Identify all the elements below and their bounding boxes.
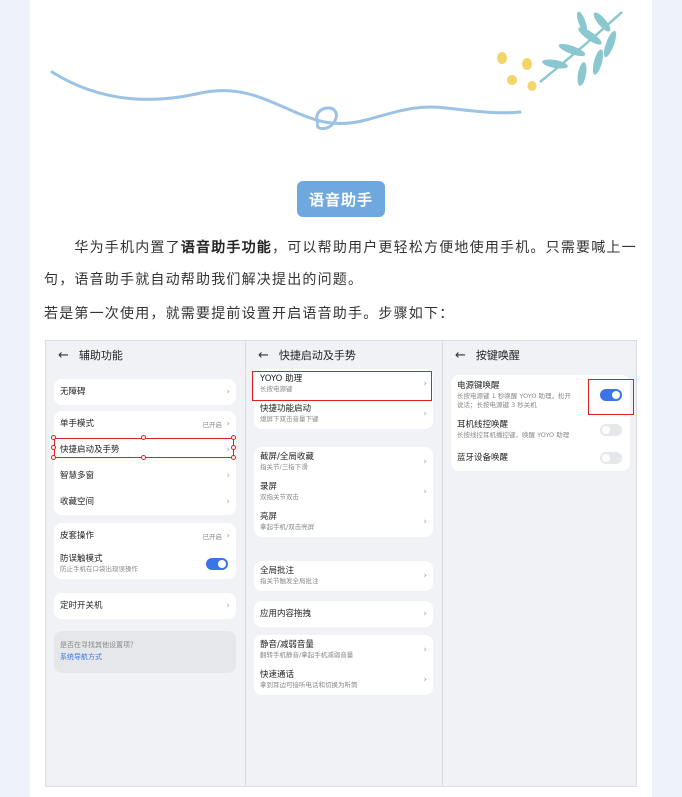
list-item[interactable]: 亮屏 拿起手机/双击亮屏 › [254,507,433,537]
chevron-right-icon: › [226,471,230,481]
chevron-right-icon: › [423,517,427,527]
list-item[interactable]: 全局批注 指关节触发全局批注 › [254,561,433,591]
back-arrow-icon[interactable]: ← [258,348,269,363]
list-item[interactable]: 收藏空间 › [54,489,236,515]
toggle-switch[interactable] [206,558,228,570]
list-item[interactable]: 静音/减弱音量 翻转手机静音/拿起手机减弱音量 › [254,635,433,665]
chevron-right-icon: › [423,571,427,581]
list-item[interactable]: 皮套操作 已开启 › [54,523,236,549]
chevron-right-icon: › [423,609,427,619]
list-item[interactable]: 单手模式 已开启 › [54,411,236,437]
chevron-right-icon: › [226,531,230,541]
intro-paragraph: 华为手机内置了语音助手功能，可以帮助用户更轻松方便地使用手机。只需要喊上一句，语… [44,240,637,288]
chevron-right-icon: › [423,645,427,655]
chevron-right-icon: › [226,497,230,507]
bold-term: 语音助手功能 [180,240,273,256]
loop [315,106,338,130]
section-heading: 语音助手 [297,181,385,217]
highlight-box [588,379,634,415]
toggle-switch[interactable] [600,452,622,464]
settings-screenshot: ← 辅助功能 无障碍 › 单手模式 已开启 › 快捷启动及手势 › 智慧多窗 › 收藏空间 ›… [45,340,637,787]
chevron-right-icon: › [423,409,427,419]
panel-title: 辅助功能 [78,349,123,362]
panel-shortcuts-gestures: ← 快捷启动及手势 YOYO 助理 长按电源键 › 快捷功能启动 熄屏下双击音量下键 › … [245,341,441,786]
list-item[interactable]: 快速通话 拿到耳边可接听电话和切换为听筒 › [254,665,433,695]
list-item[interactable]: 蓝牙设备唤醒 [451,445,630,471]
toggle-switch[interactable] [600,424,622,436]
dots-decoration [497,52,537,91]
list-item[interactable]: 定时开关机 › [54,593,236,619]
panel-title: 按键唤醒 [475,349,520,362]
system-nav-link[interactable]: 系统导航方式 [60,651,230,663]
decorative-header [50,11,623,130]
chevron-right-icon: › [226,601,230,611]
list-item[interactable]: 录屏 双指关节双击 › [254,477,433,507]
list-item[interactable]: 应用内容拖拽 › [254,601,433,627]
back-arrow-icon[interactable]: ← [455,348,466,363]
leaf-icon [539,11,623,86]
chevron-right-icon: › [226,419,230,429]
list-item[interactable]: 截屏/全局收藏 指关节/三指下滑 › [254,447,433,477]
chevron-right-icon: › [423,487,427,497]
list-item[interactable]: 防误触模式 防止手机在口袋出现误操作 [54,549,236,579]
panel-key-wakeup: ← 按键唤醒 电源键唤醒 长按电源键 1 秒唤醒 YOYO 助理，松开 说话；长按电源… [442,341,636,786]
panel-accessibility: ← 辅助功能 无障碍 › 单手模式 已开启 › 快捷启动及手势 › 智慧多窗 › 收藏空间 ›… [46,341,244,786]
chevron-right-icon: › [226,387,230,397]
list-item[interactable]: 无障碍 › [54,379,236,405]
steps-paragraph: 若是第一次使用，就需要提前设置开启语音助手。步骤如下： [44,306,455,322]
chevron-right-icon: › [423,457,427,467]
panel-title: 快捷启动及手势 [278,349,356,362]
chevron-right-icon: › [423,675,427,685]
list-item[interactable]: 快捷功能启动 熄屏下双击音量下键 › [254,399,433,429]
highlight-box [252,371,432,401]
list-item[interactable]: 智慧多窗 › [54,463,236,489]
hint-box: 是否在寻找其他设置项？ 系统导航方式 [54,631,236,673]
back-arrow-icon[interactable]: ← [58,348,69,363]
list-item[interactable]: 耳机线控唤醒 长按线控耳机播控键，唤醒 YOYO 助理 [451,415,630,445]
wavy-line [50,70,522,126]
